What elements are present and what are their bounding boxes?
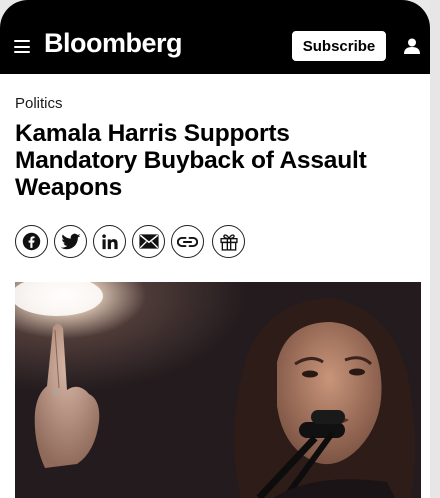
share-bar — [15, 225, 275, 259]
link-icon — [177, 236, 198, 247]
article-headline: Kamala Harris Supports Mandatory Buyback… — [15, 120, 367, 201]
email-icon — [138, 234, 159, 249]
gift-icon — [219, 233, 238, 251]
twitter-icon — [60, 233, 81, 249]
share-linkedin-button[interactable] — [93, 225, 126, 258]
facebook-icon — [22, 232, 41, 251]
linkedin-icon — [101, 233, 118, 249]
gift-article-button[interactable] — [212, 225, 245, 258]
subscribe-button[interactable]: Subscribe — [292, 31, 386, 61]
bloomberg-logo[interactable]: Bloomberg — [44, 28, 183, 59]
menu-icon[interactable] — [14, 40, 30, 53]
top-navigation-bar: Bloomberg Subscribe — [0, 0, 430, 74]
section-label[interactable]: Politics — [15, 95, 63, 112]
copy-link-button[interactable] — [171, 225, 204, 258]
app-window: Bloomberg Subscribe Politics Kamala Harr… — [0, 0, 430, 498]
account-icon[interactable] — [403, 38, 421, 54]
share-twitter-button[interactable] — [54, 225, 87, 258]
share-facebook-button[interactable] — [15, 225, 48, 258]
screen-edge — [430, 0, 440, 498]
hero-photo — [15, 282, 421, 498]
share-email-button[interactable] — [132, 225, 165, 258]
hero-image — [15, 282, 421, 498]
